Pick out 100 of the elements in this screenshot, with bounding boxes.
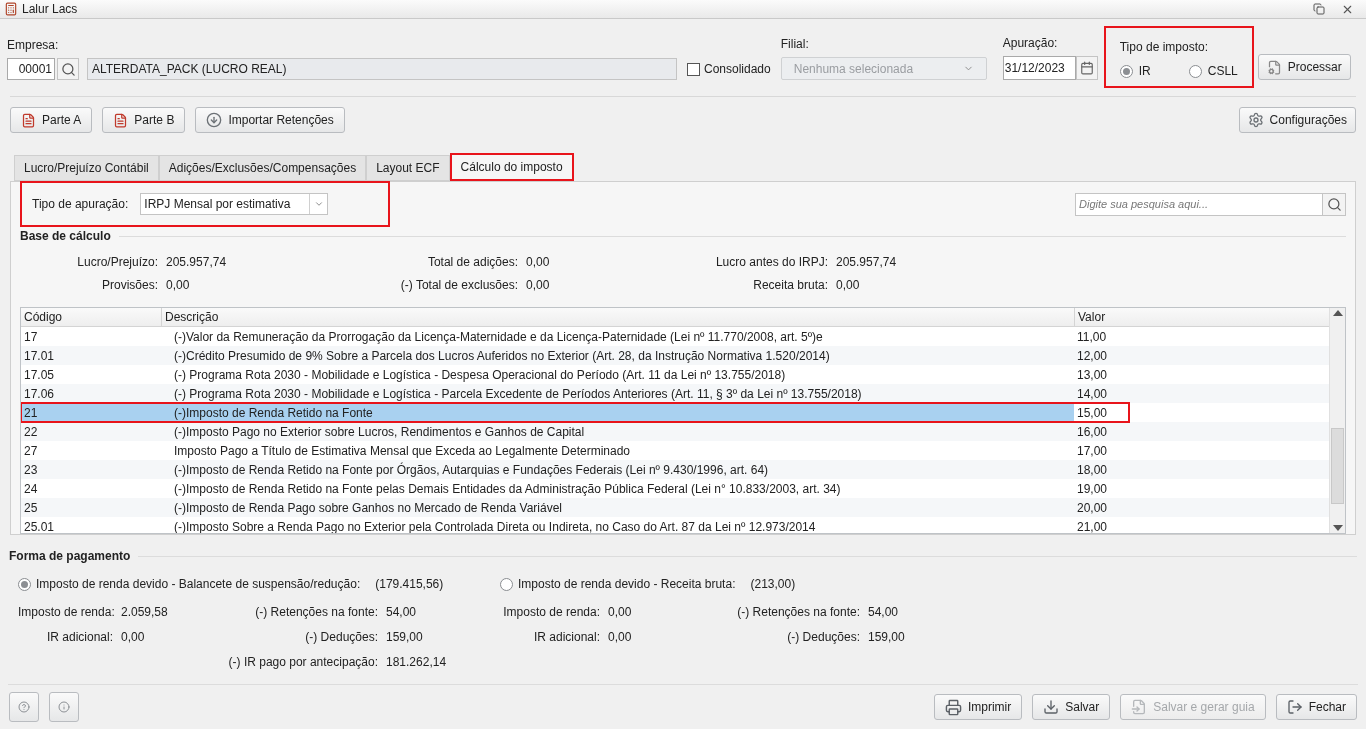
- field-value: 0,00: [608, 604, 633, 621]
- caret-icon: [313, 199, 324, 209]
- field-value: 0,00: [608, 629, 633, 646]
- table-cell-text: 16,00: [1076, 423, 1109, 441]
- field-value: 54,00: [386, 604, 418, 621]
- table-row[interactable]: 17.06 (-) Programa Rota 2030 - Mobilidade e Logística - Parcela Excedente de Períodos Anteriores (Art. 11, § 3º da Lei nº 13.755/2018) 14,00: [21, 384, 1329, 403]
- info-button[interactable]: [49, 692, 79, 722]
- radio-button[interactable]: [18, 577, 31, 591]
- document-icon: [113, 112, 129, 128]
- calendar-icon: [1079, 61, 1094, 75]
- table-row[interactable]: 23 (-)Imposto de Renda Retido na Fonte por Órgãos, Autarquias e Fundações Federais (Lei nº 9.430/1996, art. 64) 18,00: [21, 460, 1329, 479]
- field-value: 181.262,14: [386, 654, 447, 671]
- table-row[interactable]: 25 (-)Imposto de Renda Pago sobre Ganhos no Mercado de Renda Variável 20,00: [21, 498, 1329, 517]
- scrollbar[interactable]: [1329, 308, 1345, 533]
- table-cell-text: 11,00: [1076, 328, 1108, 346]
- field-value: 159,00: [868, 629, 905, 646]
- section-title: Base de cálculo: [20, 228, 111, 245]
- table-cell-text: (-)Imposto de Renda Retido na Fonte: [173, 404, 374, 422]
- document-icon: [21, 112, 36, 128]
- table-cell-text: 18,00: [1076, 461, 1109, 479]
- search-icon: [1326, 196, 1342, 212]
- field-label: Lucro antes do IRPJ:: [714, 254, 828, 271]
- company-code-field[interactable]: 00001: [7, 58, 55, 80]
- process-button[interactable]: Processar: [1257, 54, 1351, 80]
- calendar-button[interactable]: [1075, 56, 1098, 80]
- date-field[interactable]: 31/12/2023: [1002, 56, 1076, 80]
- search-field[interactable]: Digite sua pesquisa aqui...: [1075, 192, 1323, 216]
- toolbar-button[interactable]: Importar Retenções: [195, 107, 345, 133]
- field-label: Empresa:: [7, 37, 60, 54]
- gear-document-icon: [1266, 59, 1282, 75]
- total-value: (213,00): [750, 576, 796, 593]
- help-icon: [18, 698, 30, 716]
- radio-button[interactable]: [1119, 64, 1133, 78]
- table-cell-text: (-)Crédito Presumido de 9% Sobre a Parcela dos Lucros Auferidos no Exterior (Art. 28, da Instrução Normativa 1.520/2014): [173, 347, 831, 365]
- field-label: (-) Total de exclusões:: [399, 277, 518, 294]
- calculation-type-dropdown[interactable]: IRPJ Mensal por estimativa: [140, 193, 329, 215]
- checkbox-label: Consolidado: [704, 61, 771, 78]
- search-button[interactable]: [1323, 192, 1346, 216]
- tab[interactable]: Layout ECF: [366, 155, 450, 181]
- table-cell-text: 12,00: [1076, 347, 1109, 365]
- table-cell-text: 13,00: [1076, 366, 1109, 384]
- table-cell-text: 17.01: [23, 347, 56, 365]
- table-row[interactable]: 17.01 (-)Crédito Presumido de 9% Sobre a Parcela dos Lucros Auferidos no Exterior (Art. 28, da Instrução Normativa 1.520/2014) 12,00: [21, 346, 1329, 365]
- help-button[interactable]: [9, 692, 39, 722]
- download-icon: [1043, 699, 1060, 715]
- field-value: 205.957,74: [836, 254, 897, 271]
- table-cell-text: 23: [23, 461, 39, 479]
- table-cell-text: 17: [23, 328, 39, 346]
- table-cell-text: 17,00: [1076, 442, 1109, 460]
- radio-label: Imposto de renda devido - Receita bruta:: [518, 576, 736, 593]
- field-label: (-) IR pago por antecipação:: [227, 654, 378, 671]
- search-button[interactable]: [57, 58, 79, 80]
- section-title: Forma de pagamento: [9, 548, 131, 565]
- table-cell-text: 27: [23, 442, 39, 460]
- field-label: (-) Retenções na fonte:: [736, 604, 860, 621]
- printer-icon: [944, 698, 962, 716]
- info-icon: [58, 698, 70, 716]
- window-title: Lalur Lacs: [22, 1, 78, 18]
- field-value: 54,00: [868, 604, 900, 621]
- table-cell-text: 14,00: [1076, 385, 1109, 403]
- field-label: Filial:: [780, 36, 810, 53]
- company-name-field: ALTERDATA_PACK (LUCRO REAL): [87, 58, 677, 80]
- radio-button[interactable]: [500, 577, 513, 591]
- table-cell-text: 24: [23, 480, 39, 498]
- radio-button[interactable]: [1188, 64, 1202, 78]
- toolbar-button[interactable]: Parte A: [10, 107, 93, 133]
- document-icon: [1131, 699, 1148, 715]
- toolbar-button[interactable]: Parte B: [102, 107, 186, 133]
- table-cell-text: Imposto Pago a Título de Estimativa Mensal que Exceda ao Legalmente Determinado: [173, 442, 632, 460]
- table-cell-text: 20,00: [1076, 499, 1109, 517]
- table-cell-text: 25.01: [23, 518, 56, 533]
- field-label: (-) Deduções:: [786, 629, 860, 646]
- field-label: IR adicional:: [532, 629, 600, 646]
- table-cell: 15,00: [1074, 403, 1129, 422]
- field-value: 2.059,58: [121, 604, 169, 621]
- field-label: Imposto de renda:: [18, 604, 113, 621]
- field-label: IR adicional:: [45, 629, 113, 646]
- field-value: 0,00: [526, 254, 550, 271]
- checkbox[interactable]: [687, 62, 700, 76]
- footer-button[interactable]: Fechar: [1275, 694, 1357, 720]
- column-header[interactable]: Descrição: [161, 308, 1074, 326]
- table-cell-text: 17.05: [23, 366, 56, 384]
- settings-button[interactable]: Configurações: [1238, 107, 1356, 133]
- footer-button[interactable]: Imprimir: [933, 694, 1023, 720]
- exit-icon: [1286, 699, 1303, 715]
- restore-icon[interactable]: [1313, 3, 1325, 15]
- tab[interactable]: Adições/Exclusões/Compensações: [158, 155, 367, 181]
- field-value: 0,00: [526, 277, 550, 294]
- column-header[interactable]: Código: [21, 308, 161, 326]
- table-row[interactable]: 22 (-)Imposto Pago no Exterior sobre Lucros, Rendimentos e Ganhos de Capital 16,00: [21, 422, 1329, 441]
- field-label: (-) Deduções:: [304, 629, 378, 646]
- tab[interactable]: Lucro/Prejuízo Contábil: [14, 155, 159, 181]
- tab[interactable]: Cálculo do imposto: [449, 153, 574, 181]
- field-label: Provisões:: [100, 277, 158, 294]
- footer-button[interactable]: Salvar: [1032, 694, 1111, 720]
- table-cell-text: (-)Imposto Sobre a Renda Pago no Exterior pela Controlada Direta ou Indireta, no Caso do Art. 87 da Lei nº 12.973/2014: [173, 518, 817, 533]
- table-cell-text: (-) Programa Rota 2030 - Mobilidade e Logística - Parcela Excedente de Períodos Anteriores (Art. 11, § 3º da Lei nº 13.755/2018): [173, 385, 863, 403]
- field-label: (-) Retenções na fonte:: [254, 604, 378, 621]
- table-cell-text: 22: [23, 423, 39, 441]
- table-row[interactable]: 21 (-)Imposto de Renda Retido na Fonte 15,00: [21, 403, 1129, 422]
